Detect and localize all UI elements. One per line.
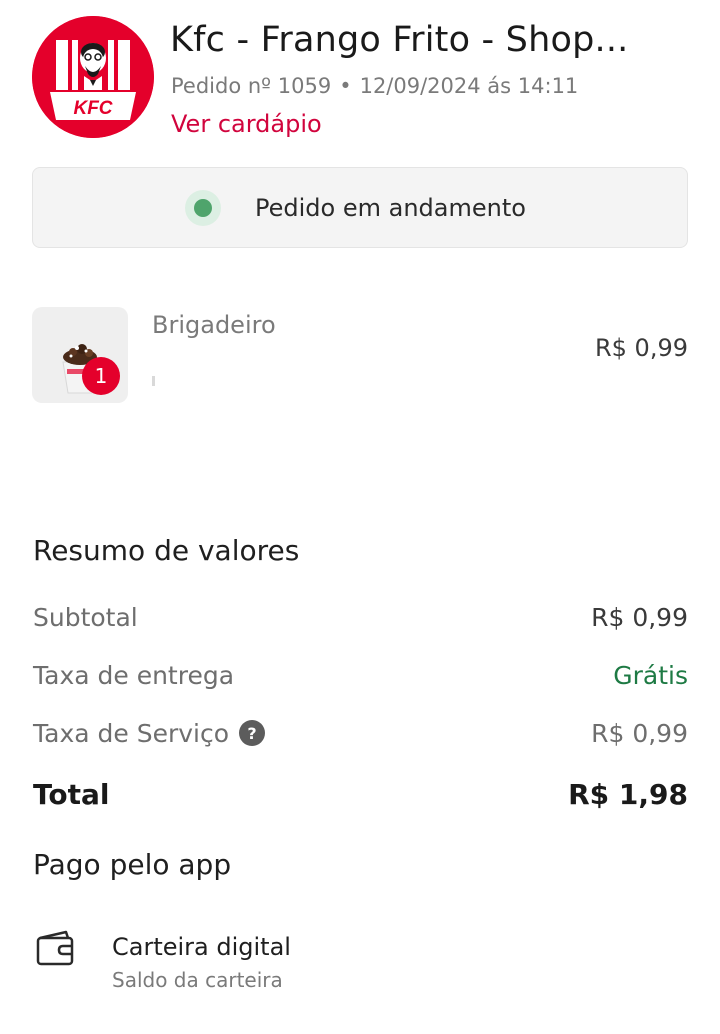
service-fee-label: Taxa de Serviço <box>33 719 230 748</box>
order-number: Pedido nº 1059 <box>171 74 332 98</box>
view-menu-link[interactable]: Ver cardápio <box>171 110 322 138</box>
total-label: Total <box>33 778 110 811</box>
item-thumbnail: 1 <box>32 307 128 403</box>
subtotal-label: Subtotal <box>33 603 138 632</box>
status-indicator-icon <box>185 190 221 226</box>
delivery-fee-value: Grátis <box>613 661 688 690</box>
subtotal-value: R$ 0,99 <box>591 603 688 632</box>
service-fee-value: R$ 0,99 <box>591 719 688 748</box>
order-meta: Pedido nº 1059 • 12/09/2024 ás 14:11 <box>171 74 578 98</box>
total-value: R$ 1,98 <box>568 778 688 811</box>
item-name: Brigadeiro <box>152 311 276 339</box>
payment-method: Carteira digital <box>112 933 291 961</box>
order-datetime: 12/09/2024 ás 14:11 <box>359 74 579 98</box>
service-fee-row-label: Taxa de Serviço? <box>33 719 266 748</box>
help-icon[interactable]: ? <box>239 720 266 746</box>
kfc-logo-icon: KFC <box>32 16 154 138</box>
wallet-icon <box>36 930 74 966</box>
delivery-fee-label: Taxa de entrega <box>33 661 235 690</box>
payment-title: Pago pelo app <box>33 848 232 881</box>
summary-title: Resumo de valores <box>33 534 300 567</box>
item-quantity-badge: 1 <box>82 357 120 395</box>
status-dot <box>194 199 212 217</box>
svg-text:KFC: KFC <box>73 98 112 119</box>
store-name: Kfc - Frango Frito - Shop... <box>170 20 629 60</box>
order-details-screen: KFC Kfc - Frango Frito - Shop... Pedido … <box>0 0 720 1034</box>
item-price: R$ 0,99 <box>594 334 688 362</box>
payment-detail: Saldo da carteira <box>112 968 283 992</box>
item-detail-placeholder <box>152 376 155 386</box>
order-status-box: Pedido em andamento <box>32 167 688 248</box>
order-status-text: Pedido em andamento <box>255 194 526 222</box>
store-logo[interactable]: KFC <box>32 16 154 138</box>
separator-dot: • <box>339 74 352 98</box>
